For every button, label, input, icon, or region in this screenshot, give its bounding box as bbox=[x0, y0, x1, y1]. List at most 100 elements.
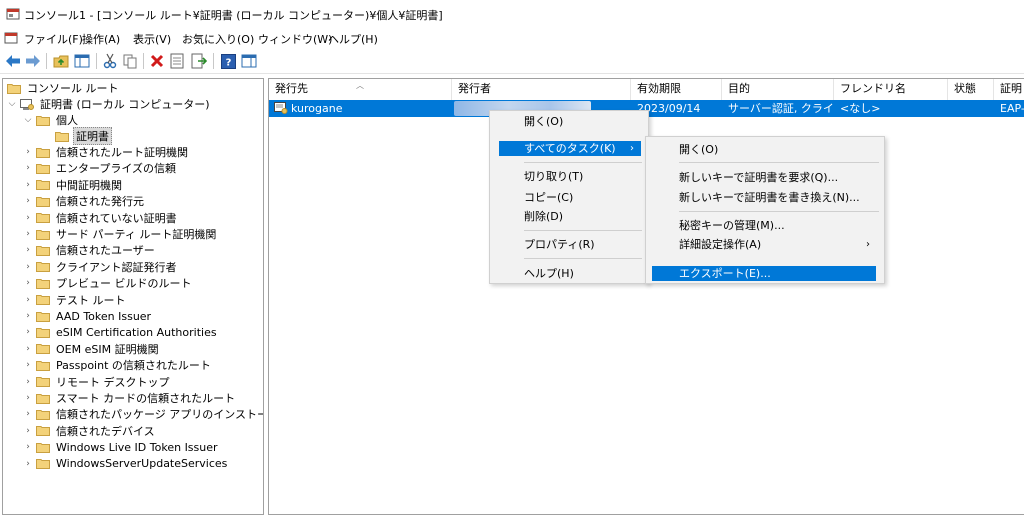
ctx-help[interactable]: ヘルプ(H) bbox=[524, 266, 574, 281]
column-header-issued-by[interactable]: 発行者 bbox=[452, 79, 631, 100]
tree-item-cert-store[interactable]: ⌵ 証明書 (ローカル コンピューター) bbox=[7, 96, 212, 112]
ctx-delete[interactable]: 削除(D) bbox=[524, 209, 563, 224]
cell-issued-to: kurogane bbox=[291, 102, 343, 115]
sub-export[interactable]: エクスポート(E)... bbox=[652, 266, 876, 281]
chevron-right-icon[interactable]: › bbox=[23, 357, 33, 373]
tree-item-store[interactable]: › 中間証明機関 bbox=[23, 177, 124, 193]
column-header-status[interactable]: 状態 bbox=[948, 79, 994, 100]
column-header-expiration[interactable]: 有効期限 bbox=[631, 79, 722, 100]
chevron-right-icon[interactable]: › bbox=[23, 308, 33, 324]
sub-request-new-key[interactable]: 新しいキーで証明書を要求(Q)... bbox=[679, 170, 838, 185]
delete-icon[interactable] bbox=[148, 52, 166, 70]
folder-icon bbox=[36, 115, 50, 126]
column-header-template[interactable]: 証明 bbox=[994, 79, 1024, 100]
tree-item-store[interactable]: › プレビュー ビルドのルート bbox=[23, 275, 194, 291]
tree-item-store[interactable]: › スマート カードの信頼されたルート bbox=[23, 390, 237, 406]
menu-help[interactable]: ヘルプ(H) bbox=[328, 31, 378, 47]
window-menu-icon[interactable] bbox=[4, 31, 18, 45]
forward-arrow-icon[interactable] bbox=[24, 52, 42, 70]
tree-item-store[interactable]: › リモート デスクトップ bbox=[23, 374, 172, 390]
ctx-cut[interactable]: 切り取り(T) bbox=[524, 169, 583, 184]
chevron-right-icon[interactable]: › bbox=[23, 275, 33, 291]
chevron-right-icon[interactable]: › bbox=[23, 456, 33, 472]
chevron-right-icon[interactable]: › bbox=[23, 177, 33, 193]
tree-item-store[interactable]: › エンタープライズの信頼 bbox=[23, 160, 178, 176]
tree-item-store[interactable]: › OEM eSIM 証明機関 bbox=[23, 341, 161, 357]
chevron-right-icon[interactable]: › bbox=[23, 210, 33, 226]
ctx-copy[interactable]: コピー(C) bbox=[524, 190, 573, 205]
tree-item-store[interactable]: › サード パーティ ルート証明機関 bbox=[23, 226, 218, 242]
show-hide-action-pane-icon[interactable] bbox=[240, 52, 258, 70]
tree-item-store[interactable]: › 信頼されたルート証明機関 bbox=[23, 144, 190, 160]
sub-renew-new-key[interactable]: 新しいキーで証明書を書き換え(N)... bbox=[679, 190, 860, 205]
column-header-friendly-name[interactable]: フレンドリ名 bbox=[834, 79, 948, 100]
column-header-purpose[interactable]: 目的 bbox=[722, 79, 834, 100]
menu-bar: ファイル(F) 操作(A) 表示(V) お気に入り(O) ウィンドウ(W) ヘル… bbox=[0, 28, 1024, 48]
folder-icon bbox=[36, 278, 50, 289]
tree-item-store[interactable]: › 信頼されたデバイス bbox=[23, 423, 157, 439]
chevron-right-icon[interactable]: › bbox=[23, 341, 33, 357]
chevron-right-icon[interactable]: › bbox=[23, 390, 33, 406]
tree-item-personal[interactable]: ⌵ 個人 bbox=[23, 112, 80, 128]
back-arrow-icon[interactable] bbox=[4, 52, 22, 70]
chevron-right-icon[interactable]: › bbox=[23, 439, 33, 455]
chevron-right-icon[interactable]: › bbox=[23, 324, 33, 340]
show-hide-tree-icon[interactable] bbox=[73, 52, 91, 70]
chevron-right-icon[interactable]: › bbox=[23, 374, 33, 390]
cell-purpose: サーバー認証, クライア... bbox=[728, 102, 834, 115]
chevron-right-icon[interactable]: › bbox=[23, 423, 33, 439]
export-list-icon[interactable] bbox=[190, 52, 208, 70]
chevron-right-icon[interactable]: › bbox=[23, 226, 33, 242]
tree-item-store[interactable]: › Passpoint の信頼されたルート bbox=[23, 357, 213, 373]
sub-manage-private-keys[interactable]: 秘密キーの管理(M)... bbox=[679, 218, 785, 233]
chevron-down-icon[interactable]: ⌵ bbox=[7, 96, 17, 112]
sub-advanced[interactable]: 詳細設定操作(A) › bbox=[679, 237, 877, 252]
ctx-open[interactable]: 開く(O) bbox=[524, 114, 563, 129]
tree-item-store[interactable]: › WindowsServerUpdateServices bbox=[23, 456, 229, 472]
ctx-all-tasks[interactable]: すべてのタスク(K) › bbox=[499, 141, 641, 156]
tree-item-store[interactable]: › クライアント認証発行者 bbox=[23, 259, 179, 275]
cut-icon[interactable] bbox=[101, 52, 119, 70]
tree-label: 信頼されたパッケージ アプリのインストール機関 bbox=[56, 408, 263, 422]
tree-item-store[interactable]: › 信頼されたユーザー bbox=[23, 242, 157, 258]
sort-ascending-icon: ︿ bbox=[356, 81, 364, 90]
tree-item-store[interactable]: › AAD Token Issuer bbox=[23, 308, 153, 324]
tree-item-store[interactable]: › テスト ルート bbox=[23, 292, 128, 308]
folder-icon bbox=[36, 458, 50, 470]
folder-icon bbox=[36, 179, 50, 191]
chevron-right-icon[interactable]: › bbox=[23, 242, 33, 258]
tree-item-store[interactable]: › eSIM Certification Authorities bbox=[23, 324, 219, 340]
column-header-issued-to[interactable]: 発行先 ︿ bbox=[269, 79, 452, 100]
cell-template: EAP- bbox=[1000, 102, 1024, 115]
chevron-down-icon[interactable]: ⌵ bbox=[23, 112, 33, 128]
menu-file[interactable]: ファイル(F) bbox=[24, 31, 83, 47]
sub-open[interactable]: 開く(O) bbox=[679, 142, 718, 157]
chevron-right-icon[interactable]: › bbox=[23, 406, 33, 422]
chevron-right-icon[interactable]: › bbox=[23, 259, 33, 275]
ctx-properties[interactable]: プロパティ(R) bbox=[524, 237, 595, 252]
menu-action[interactable]: 操作(A) bbox=[82, 31, 120, 47]
menu-favorites[interactable]: お気に入り(O) bbox=[182, 31, 254, 47]
chevron-right-icon[interactable]: › bbox=[23, 144, 33, 160]
copy-icon[interactable] bbox=[121, 52, 139, 70]
tree-label: AAD Token Issuer bbox=[56, 309, 152, 323]
chevron-right-icon[interactable]: › bbox=[23, 193, 33, 209]
tree-item-console-root[interactable]: コンソール ルート bbox=[7, 80, 121, 96]
tree-item-store[interactable]: › 信頼された発行元 bbox=[23, 193, 146, 209]
tree-item-store[interactable]: › Windows Live ID Token Issuer bbox=[23, 439, 220, 455]
menu-window[interactable]: ウィンドウ(W) bbox=[258, 31, 332, 47]
chevron-right-icon: › bbox=[866, 239, 870, 250]
chevron-right-icon[interactable]: › bbox=[23, 292, 33, 308]
properties-icon[interactable] bbox=[168, 52, 186, 70]
chevron-right-icon[interactable]: › bbox=[23, 160, 33, 176]
up-folder-icon[interactable] bbox=[52, 52, 70, 70]
console-tree[interactable]: コンソール ルート ⌵ 証明書 (ローカル コンピューター) ⌵ 個人 証明書 … bbox=[2, 78, 264, 515]
tree-item-store[interactable]: › 信頼されたパッケージ アプリのインストール機関 bbox=[23, 406, 263, 422]
tree-item-certificates[interactable]: 証明書 bbox=[55, 127, 112, 145]
cell-friendly-name: <なし> bbox=[840, 102, 881, 115]
chevron-right-icon: › bbox=[630, 143, 634, 154]
tree-item-store[interactable]: › 信頼されていない証明書 bbox=[23, 210, 179, 226]
tree-label: スマート カードの信頼されたルート bbox=[56, 392, 236, 405]
menu-view[interactable]: 表示(V) bbox=[133, 31, 171, 47]
help-icon[interactable]: ? bbox=[219, 52, 237, 70]
